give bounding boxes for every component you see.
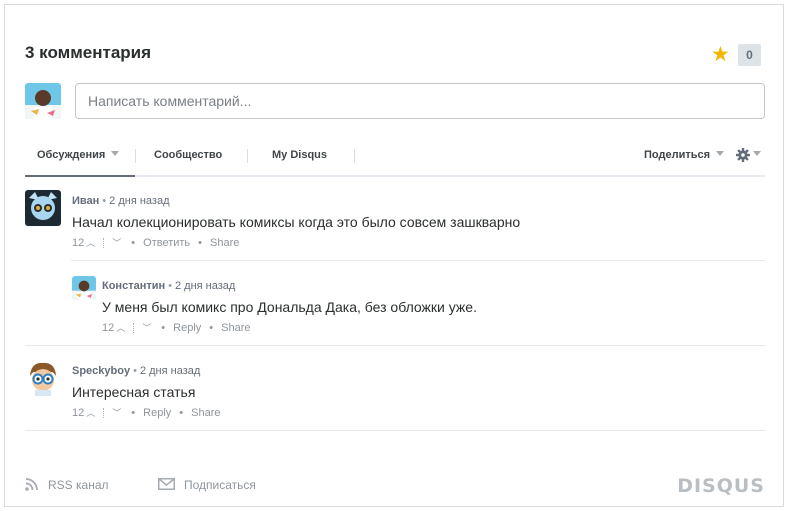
rss-link[interactable]: RSS канал [25, 478, 109, 492]
current-user-avatar [25, 83, 61, 119]
disqus-thread: 3 комментария ★ 0 Написать комментарий..… [4, 4, 784, 507]
divider [25, 430, 765, 431]
vote-separator [133, 322, 135, 333]
comment-author[interactable]: Иван [72, 195, 99, 207]
vote-down-icon[interactable]: ﹀ [142, 321, 151, 334]
tab-community[interactable]: Сообщество [154, 149, 222, 161]
star-icon[interactable]: ★ [711, 44, 730, 66]
tab-separator [354, 149, 355, 163]
bullet: • [179, 406, 184, 419]
vote-up-icon[interactable]: ︿ [86, 236, 95, 249]
comment-actions: 12 ︿ ﹀ • Ответить • Share [72, 236, 762, 249]
share-menu[interactable]: Поделиться [644, 149, 725, 161]
vote-count: 12 [102, 321, 115, 334]
envelope-icon [158, 478, 175, 490]
caret-down-icon [716, 151, 725, 156]
gear-icon [736, 148, 750, 162]
vote-separator [103, 407, 105, 418]
bullet: • [168, 280, 172, 292]
comment: Speckyboy • 2 дня назад Интересная статья … [72, 361, 762, 419]
comment-message: Начал колекционировать комиксы когда это… [72, 214, 521, 230]
bullet: • [209, 321, 214, 334]
subscribe-link[interactable]: Подписаться [158, 478, 256, 492]
tab-my-disqus[interactable]: My Disqus [272, 149, 327, 161]
avatar[interactable] [25, 360, 61, 396]
active-tab-indicator [25, 175, 135, 177]
bullet: • [198, 236, 203, 249]
thread-footer: RSS канал Подписаться DISQUS [25, 475, 765, 497]
caret-down-icon [753, 150, 761, 156]
bullet: • [131, 406, 136, 419]
recommend-count[interactable]: 0 [738, 44, 761, 66]
settings-menu[interactable] [735, 147, 761, 163]
divider [71, 260, 765, 261]
bullet: • [161, 321, 166, 334]
subscribe-link-label: Подписаться [184, 478, 256, 492]
vote-up-icon[interactable]: ︿ [116, 321, 125, 334]
comment-timestamp[interactable]: 2 дня назад [109, 195, 169, 207]
vote-down-icon[interactable]: ﹀ [112, 406, 121, 419]
share-menu-label: Поделиться [644, 149, 711, 161]
thread-nav: Обсуждения Сообщество My Disqus Поделить… [25, 145, 765, 177]
bullet: • [102, 195, 107, 207]
reply-link[interactable]: Ответить [143, 237, 190, 249]
rss-icon [25, 478, 38, 491]
comment-timestamp[interactable]: 2 дня назад [140, 365, 200, 377]
avatar[interactable] [72, 276, 96, 300]
share-link[interactable]: Share [221, 322, 250, 334]
share-link[interactable]: Share [210, 237, 239, 249]
caret-down-icon [111, 151, 120, 156]
comment-message: Интересная статья [72, 384, 196, 400]
reply-link[interactable]: Reply [173, 322, 201, 334]
comment-timestamp[interactable]: 2 дня назад [175, 280, 235, 292]
comment-author[interactable]: Константин [102, 280, 165, 292]
share-link[interactable]: Share [191, 407, 220, 419]
bullet: • [131, 236, 136, 249]
avatar[interactable] [25, 190, 61, 226]
reply-link[interactable]: Reply [143, 407, 171, 419]
disqus-logo[interactable]: DISQUS [677, 475, 765, 497]
comment-message: У меня был комикс про Дональда Дака, без… [102, 299, 477, 315]
vote-count: 12 [72, 406, 85, 419]
vote-down-icon[interactable]: ﹀ [112, 236, 121, 249]
vote-separator [103, 237, 105, 248]
comment-actions: 12 ︿ ﹀ • Reply • Share [102, 321, 762, 334]
tab-discussion[interactable]: Обсуждения [37, 149, 120, 161]
tab-separator [247, 149, 248, 163]
comment-reply: Константин • 2 дня назад У меня был комикс… [102, 276, 762, 334]
rss-link-label: RSS канал [48, 478, 109, 492]
comment-actions: 12 ︿ ﹀ • Reply • Share [72, 406, 762, 419]
comment-input[interactable]: Написать комментарий... [75, 83, 765, 119]
comment-author[interactable]: Speckyboy [72, 365, 130, 377]
comment: Иван • 2 дня назад Начал колекционировать … [72, 191, 762, 249]
tab-separator [135, 149, 136, 163]
vote-up-icon[interactable]: ︿ [86, 406, 95, 419]
divider [25, 345, 765, 346]
vote-count: 12 [72, 236, 85, 249]
comment-count-title: 3 комментария [25, 43, 152, 62]
bullet: • [133, 365, 137, 377]
tab-discussion-label: Обсуждения [37, 149, 106, 161]
